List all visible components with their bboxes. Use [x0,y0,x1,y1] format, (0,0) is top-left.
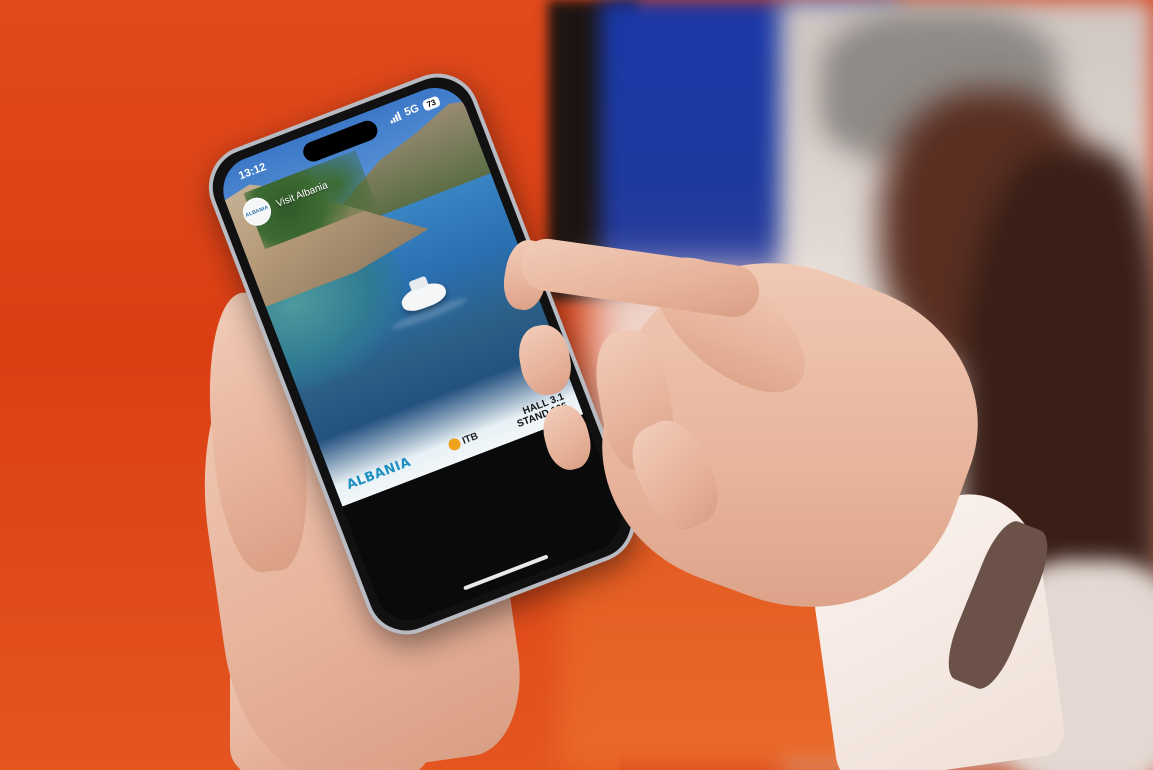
itb-globe-icon [446,436,462,453]
avatar-logo: ALBANIA [244,204,270,219]
itb-label: ITB [460,430,480,447]
itb-logo: ITB [446,430,480,453]
battery-icon: 73 [421,94,442,112]
status-time: 13:12 [237,161,268,183]
photo-scene: 13:12 5G 73 ALBANIA Visit Albania ALBANI… [0,0,1153,770]
network-type: 5G [402,102,421,119]
signal-icon [388,110,402,124]
